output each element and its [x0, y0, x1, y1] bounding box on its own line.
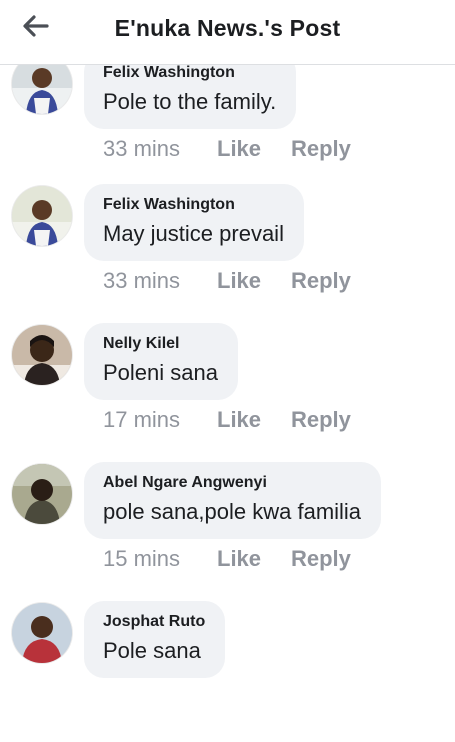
comment-bubble: Felix Washington May justice prevail	[84, 184, 304, 261]
comment-item: Felix Washington May justice prevail 33 …	[0, 184, 455, 325]
comment-item: Abel Ngare Angwenyi pole sana,pole kwa f…	[0, 462, 455, 603]
comment-text: pole sana,pole kwa familia	[103, 499, 362, 524]
comment-bubble: Nelly Kilel Poleni sana	[84, 323, 238, 400]
comment-bubble: Abel Ngare Angwenyi pole sana,pole kwa f…	[84, 462, 382, 539]
avatar[interactable]	[12, 464, 72, 524]
comment-author[interactable]: Nelly Kilel	[103, 334, 218, 354]
comment-text: Pole to the family.	[103, 89, 277, 114]
comment-item: Nelly Kilel Poleni sana 17 mins Like Rep…	[0, 323, 455, 464]
comment-text: May justice prevail	[103, 221, 284, 246]
comment-meta: 15 mins Like Reply	[103, 546, 351, 572]
comment-author[interactable]: Josphat Ruto	[103, 612, 205, 632]
comment-author[interactable]: Felix Washington	[103, 195, 284, 215]
comment-time: 33 mins	[103, 268, 181, 293]
comment-text: Poleni sana	[103, 360, 218, 385]
comment-time: 17 mins	[103, 407, 181, 432]
comment-meta: 17 mins Like Reply	[103, 407, 351, 433]
reply-button[interactable]: Reply	[291, 136, 351, 162]
comment-meta: 33 mins Like Reply	[103, 268, 351, 294]
like-button[interactable]: Like	[217, 407, 291, 433]
comment-item: Josphat Ruto Pole sana	[0, 601, 455, 742]
comment-author[interactable]: Abel Ngare Angwenyi	[103, 473, 361, 493]
like-button[interactable]: Like	[217, 136, 291, 162]
avatar[interactable]	[12, 603, 72, 663]
reply-button[interactable]: Reply	[291, 268, 351, 294]
reply-button[interactable]: Reply	[291, 546, 351, 572]
reply-button[interactable]: Reply	[291, 407, 351, 433]
avatar[interactable]	[12, 186, 72, 246]
comment-author[interactable]: Felix Washington	[103, 63, 276, 83]
comment-text: Pole sana	[103, 638, 201, 663]
page-title: E'nuka News.'s Post	[114, 15, 341, 41]
comment-time: 15 mins	[103, 546, 181, 571]
comment-meta: 33 mins Like Reply	[103, 136, 351, 162]
top-bar: E'nuka News.'s Post	[0, 0, 455, 65]
comment-time: 33 mins	[103, 136, 181, 161]
like-button[interactable]: Like	[217, 268, 291, 294]
like-button[interactable]: Like	[217, 546, 291, 572]
comment-item: Felix Washington Pole to the family. 33 …	[0, 52, 455, 193]
avatar[interactable]	[12, 325, 72, 385]
comment-bubble: Josphat Ruto Pole sana	[84, 601, 226, 678]
